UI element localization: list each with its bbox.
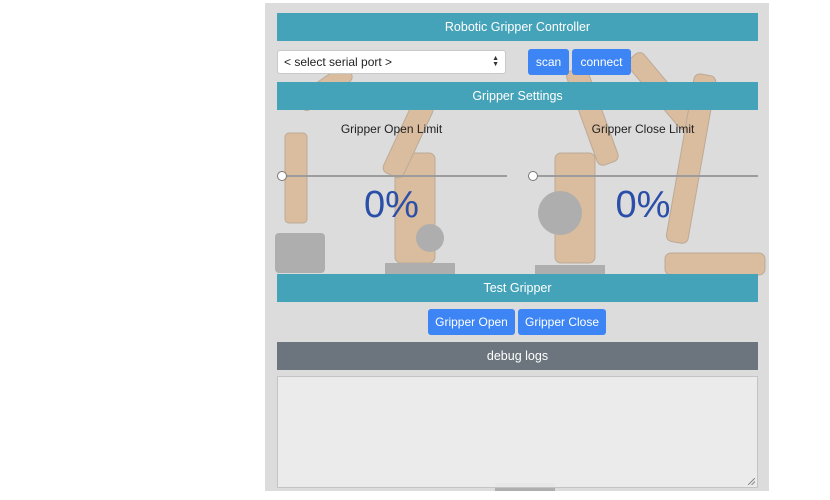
gripper-settings-title: Gripper Settings — [472, 89, 563, 103]
scan-button[interactable]: scan — [528, 49, 569, 75]
gripper-close-button-label: Gripper Close — [524, 315, 600, 329]
serial-port-select[interactable]: < select serial port > ▲ ▼ — [277, 50, 506, 74]
connect-button-label: connect — [580, 55, 623, 69]
gripper-close-button[interactable]: Gripper Close — [518, 309, 606, 335]
gripper-open-button[interactable]: Gripper Open — [428, 309, 515, 335]
debug-logs-title: debug logs — [486, 349, 549, 363]
close-limit-value: 0% — [615, 184, 671, 226]
connect-button[interactable]: connect — [572, 49, 631, 75]
close-limit-slider-thumb[interactable] — [528, 171, 538, 181]
test-gripper-title: Test Gripper — [483, 281, 552, 295]
resize-grip-icon[interactable] — [748, 478, 755, 485]
close-limit-slider-track[interactable] — [533, 175, 758, 177]
test-gripper-header: Test Gripper — [277, 274, 758, 302]
open-limit-slider-thumb[interactable] — [277, 171, 287, 181]
gripper-settings-header: Gripper Settings — [277, 82, 758, 110]
serial-port-select-value: < select serial port > — [284, 55, 393, 69]
select-arrows-icon: ▲ ▼ — [492, 55, 499, 68]
controller-panel: Robotic Gripper Controller < select seri… — [265, 3, 769, 491]
close-limit-label: Gripper Close Limit — [591, 122, 695, 136]
debug-logs-header: debug logs — [277, 342, 758, 370]
scan-button-label: scan — [535, 55, 562, 69]
debug-logs-textarea[interactable] — [277, 376, 758, 488]
app-title-bar: Robotic Gripper Controller — [277, 13, 758, 41]
gripper-open-button-label: Gripper Open — [435, 315, 508, 329]
app-title: Robotic Gripper Controller — [444, 20, 591, 34]
open-limit-slider-track[interactable] — [282, 175, 507, 177]
open-limit-value: 0% — [364, 184, 419, 226]
open-limit-label: Gripper Open Limit — [340, 122, 443, 136]
